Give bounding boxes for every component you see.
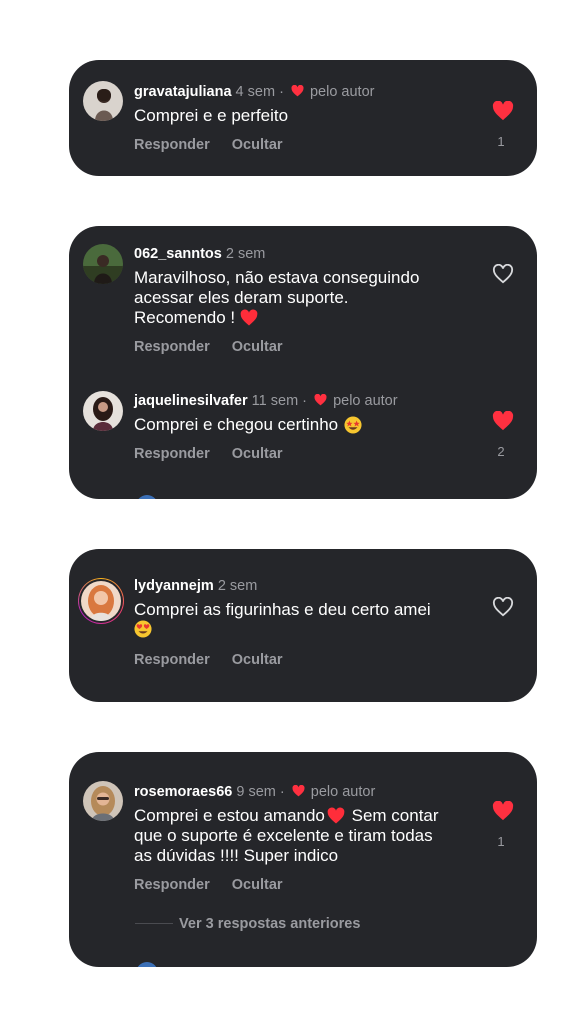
- comment-text-fragment: Comprei e estou amando: [134, 806, 325, 825]
- avatar[interactable]: [83, 81, 123, 121]
- comment-text-line: Comprei e estou amando Sem contar: [134, 806, 464, 826]
- comment: 062_sanntos 2 sem Maravilhoso, não estav…: [69, 226, 537, 366]
- story-ring-avatar[interactable]: [78, 578, 124, 624]
- comment-actions: Responder Ocultar: [134, 137, 301, 153]
- like-count: 1: [497, 834, 505, 849]
- comment-text: Comprei e chegou certinho: [134, 415, 464, 435]
- comment-text-fragment: Comprei e chegou certinho: [134, 415, 339, 434]
- username[interactable]: rosemoraes66: [134, 784, 232, 800]
- comment-actions: Responder Ocultar: [134, 446, 301, 462]
- hide-button[interactable]: Ocultar: [232, 339, 283, 355]
- reply-button[interactable]: Responder: [134, 446, 210, 462]
- star-struck-emoji: [344, 416, 362, 434]
- view-more-replies-button[interactable]: Ver 3 respostas anteriores: [135, 916, 360, 932]
- comment-text-line: [134, 620, 464, 640]
- timestamp: 2 sem: [225, 246, 266, 262]
- comment-text: Comprei e estou amando Sem contar que o …: [134, 806, 464, 866]
- heart-outline-icon[interactable]: [492, 597, 514, 617]
- comment-text: Comprei e e perfeito: [134, 106, 289, 125]
- reply-button[interactable]: Responder: [134, 137, 210, 153]
- reply-button[interactable]: Responder: [134, 339, 210, 355]
- username[interactable]: gravatajuliana: [134, 84, 232, 100]
- replies-divider-line: [135, 923, 173, 924]
- liked-by-author-label: pelo autor: [310, 784, 376, 800]
- comment-text-line: Comprei as figurinhas e deu certo amei: [134, 600, 431, 619]
- comment-text: Comprei as figurinhas e deu certo amei: [134, 600, 464, 640]
- heart-filled-icon[interactable]: [492, 801, 514, 821]
- heart-icon: [292, 785, 305, 797]
- comment: jaquelinesilvafer 11 sem · pelo autor Co…: [69, 376, 537, 499]
- hide-button[interactable]: Ocultar: [232, 652, 283, 668]
- username[interactable]: 062_sanntos: [134, 246, 222, 262]
- reply-button[interactable]: Responder: [134, 877, 210, 893]
- comment-text-line: as dúvidas !!!! Super indico: [134, 846, 339, 865]
- comment: rosemoraes66 9 sem · pelo autor Comprei …: [69, 752, 537, 967]
- comment-meta: jaquelinesilvafer 11 sem · pelo autor: [134, 393, 398, 409]
- comment-card: rosemoraes66 9 sem · pelo autor Comprei …: [69, 752, 537, 967]
- heart-eyes-emoji: [134, 620, 152, 638]
- comment-text-line: Maravilhoso, não estava conseguindo: [134, 268, 420, 287]
- comment-actions: Responder Ocultar: [134, 652, 301, 668]
- comment-text-fragment: Recomendo !: [134, 308, 236, 327]
- comment-text-line: acessar eles deram suporte.: [134, 288, 349, 307]
- comment-text-line: Recomendo !: [134, 308, 464, 328]
- heart-outline-icon[interactable]: [492, 264, 514, 284]
- comment: lydyannejm 2 sem Comprei as figurinhas e…: [69, 549, 537, 702]
- red-heart-emoji: [327, 807, 345, 824]
- liked-by-author-label: pelo autor: [333, 393, 398, 409]
- username[interactable]: jaquelinesilvafer: [134, 393, 248, 409]
- comment-text: Maravilhoso, não estava conseguindo aces…: [134, 268, 464, 328]
- comment-text-line: que o suporte é excelente e tiram todas: [134, 826, 433, 845]
- comment-text-fragment: Sem contar: [346, 806, 439, 825]
- like-count: 2: [497, 444, 505, 459]
- comment-card: gravatajuliana 4 sem · pelo autor Compre…: [69, 60, 537, 176]
- avatar[interactable]: [83, 244, 123, 284]
- red-heart-emoji: [240, 309, 258, 326]
- username[interactable]: lydyannejm: [134, 578, 214, 594]
- comment-card: 062_sanntos 2 sem Maravilhoso, não estav…: [69, 226, 537, 499]
- comment-meta: rosemoraes66 9 sem · pelo autor: [134, 784, 376, 800]
- liked-by-author-label: pelo autor: [309, 84, 375, 100]
- heart-filled-icon[interactable]: [492, 101, 514, 121]
- comment-meta: lydyannejm 2 sem: [134, 578, 257, 594]
- hide-button[interactable]: Ocultar: [232, 137, 283, 153]
- comment-meta: 062_sanntos 2 sem: [134, 246, 265, 262]
- comment-meta: gravatajuliana 4 sem · pelo autor: [134, 84, 375, 100]
- heart-icon: [291, 85, 304, 97]
- avatar[interactable]: [83, 781, 123, 821]
- timestamp: 4 sem: [235, 84, 276, 100]
- timestamp: 2 sem: [217, 578, 258, 594]
- avatar[interactable]: [83, 391, 123, 431]
- reply-button[interactable]: Responder: [134, 652, 210, 668]
- comment-actions: Responder Ocultar: [134, 877, 301, 893]
- hide-button[interactable]: Ocultar: [232, 877, 283, 893]
- heart-icon: [314, 394, 327, 406]
- comment: gravatajuliana 4 sem · pelo autor Compre…: [69, 60, 537, 176]
- avatar: [81, 581, 121, 621]
- like-count: 1: [497, 134, 505, 149]
- comment-actions: Responder Ocultar: [134, 339, 301, 355]
- timestamp: 9 sem: [236, 784, 276, 800]
- hide-button[interactable]: Ocultar: [232, 446, 283, 462]
- view-more-replies-label: Ver 3 respostas anteriores: [179, 916, 361, 932]
- heart-filled-icon[interactable]: [492, 411, 514, 431]
- timestamp: 11 sem: [251, 393, 299, 409]
- comment-card: lydyannejm 2 sem Comprei as figurinhas e…: [69, 549, 537, 702]
